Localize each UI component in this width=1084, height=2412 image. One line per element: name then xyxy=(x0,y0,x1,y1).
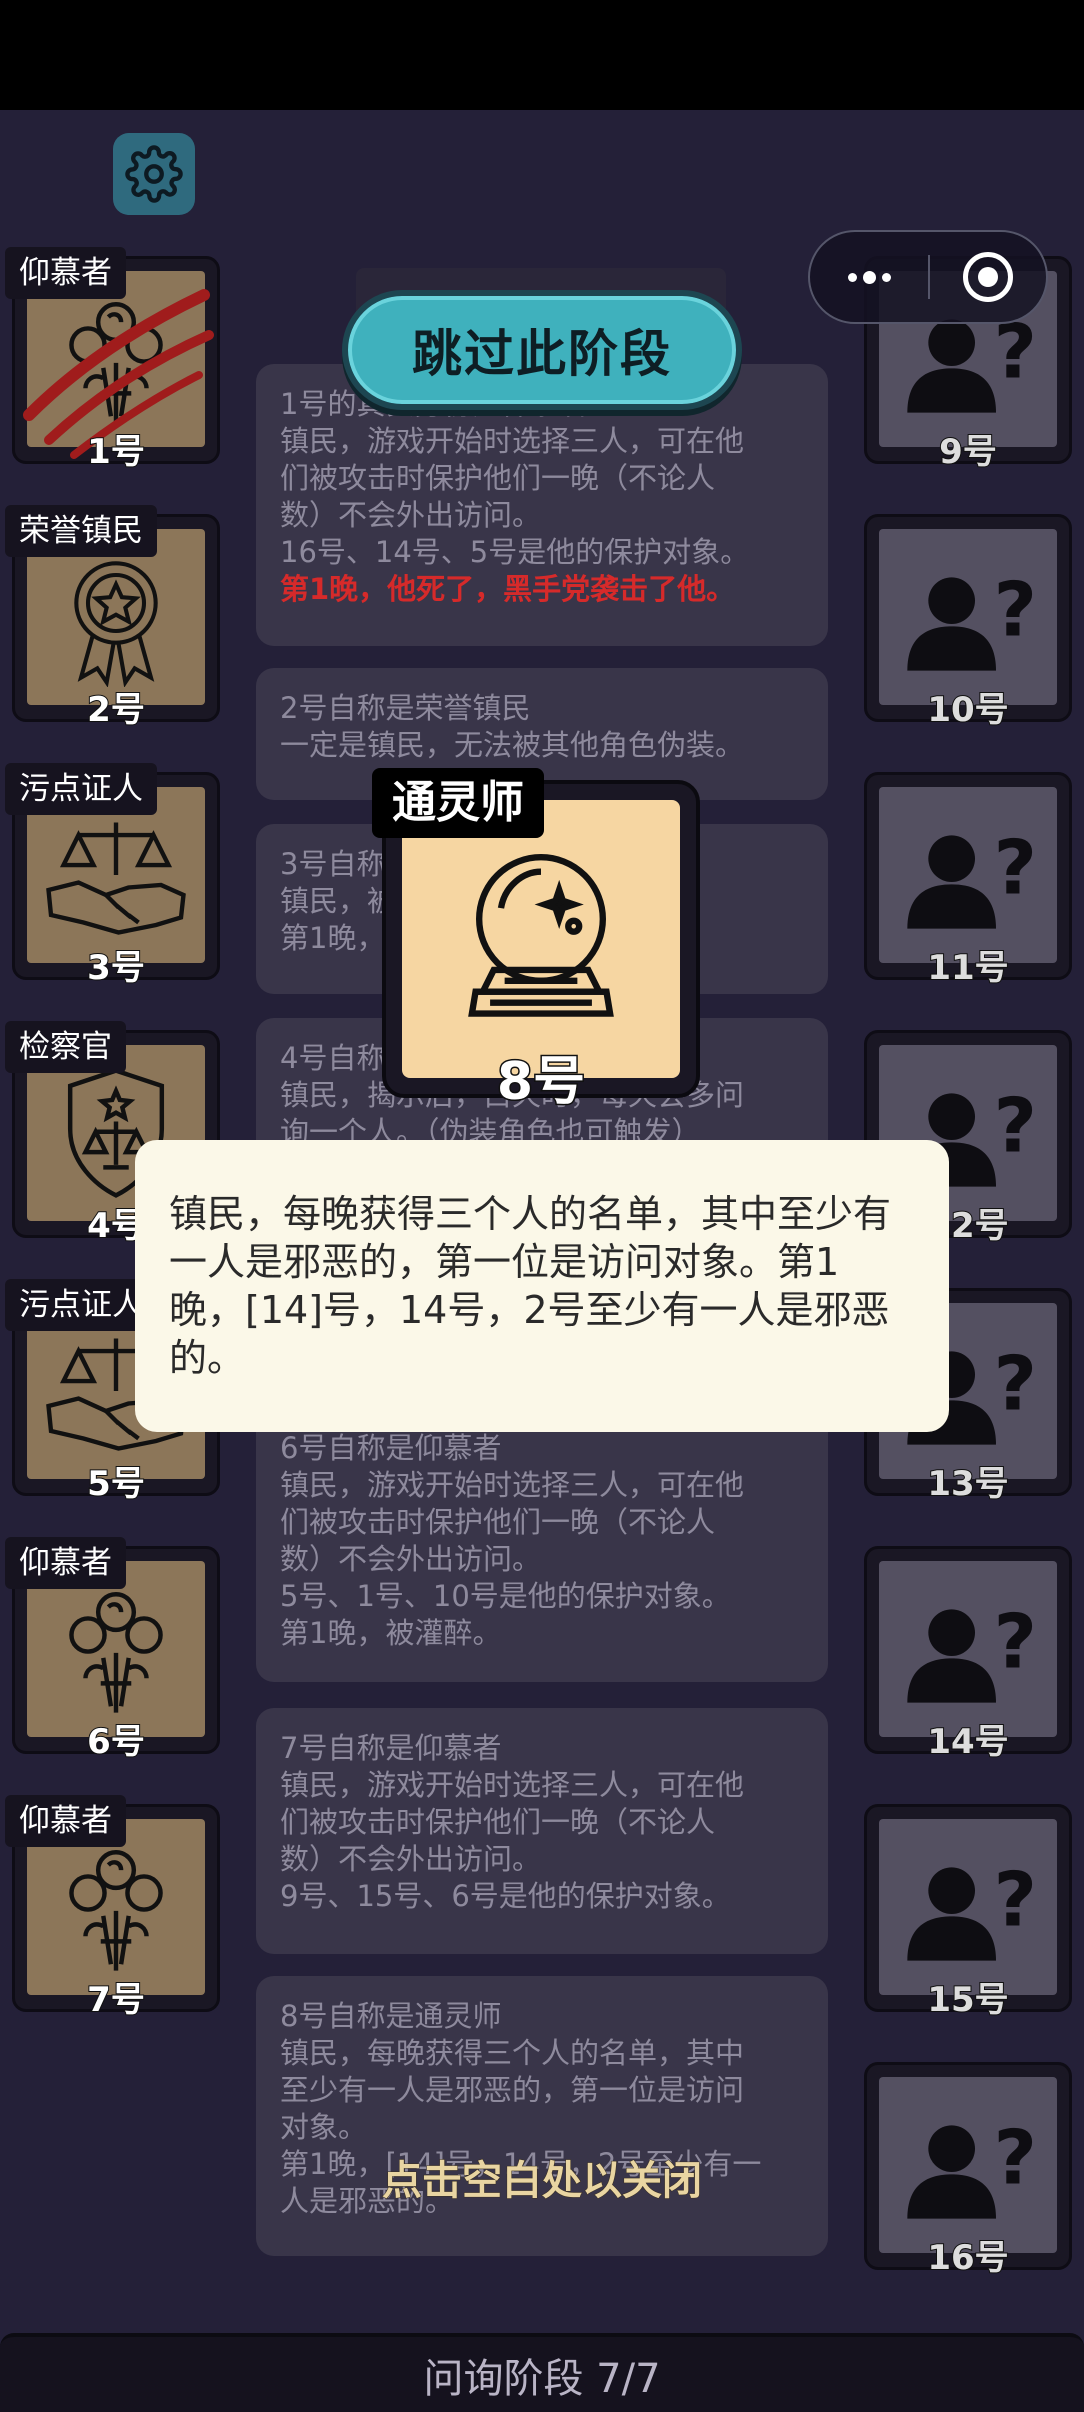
player-card-3[interactable]: 污点证人 3号 xyxy=(5,763,220,989)
log-line: 至少有一人是邪恶的，第一位是访问 xyxy=(280,2073,745,2107)
death-notice: 第1晚，他死了，黑手党袭击了他。 xyxy=(280,572,736,606)
role-info-popup: 镇民，每晚获得三个人的名单，其中至少有一人是邪恶的，第一位是访问对象。第1晚，[… xyxy=(135,1140,949,1432)
player-number: 2号 xyxy=(86,689,146,731)
player-number: 14号 xyxy=(926,1721,1009,1763)
svg-text:?: ? xyxy=(994,1599,1037,1686)
player-card-11[interactable]: ? 11号 xyxy=(864,772,1072,989)
player-number: 10号 xyxy=(926,689,1009,731)
log-card-6: 6号自称是仰慕者 镇民，游戏开始时选择三人，可在他 们被攻击时保护他们一晚（不论… xyxy=(256,1410,828,1682)
log-line: 们被攻击时保护他们一晚（不论人 xyxy=(280,1805,716,1839)
log-line: 16号、14号、5号是他的保护对象。 xyxy=(280,535,750,569)
player-number: 16号 xyxy=(926,2237,1009,2279)
log-card-8: 8号自称是通灵师 镇民，每晚获得三个人的名单，其中 至少有一人是邪恶的，第一位是… xyxy=(256,1976,828,2256)
svg-text:?: ? xyxy=(994,1341,1037,1428)
exit-button[interactable] xyxy=(930,252,1046,302)
target-icon xyxy=(963,252,1013,302)
role-tag: 仰慕者 xyxy=(5,1795,126,1847)
scales-handshake-icon xyxy=(46,822,186,935)
svg-text:?: ? xyxy=(994,567,1037,654)
log-line: 6号自称是仰慕者 xyxy=(280,1431,502,1465)
log-line: 9号、15号、6号是他的保护对象。 xyxy=(280,1879,731,1913)
role-tag: 污点证人 xyxy=(5,763,157,815)
player-number: 6号 xyxy=(86,1721,146,1763)
player-number: 3号 xyxy=(86,947,146,989)
player-card-7[interactable]: 仰慕者 7号 xyxy=(5,1795,220,2021)
player-card-15[interactable]: ? 15号 xyxy=(864,1804,1072,2021)
featured-player-number: 8号 xyxy=(495,1051,586,1114)
unknown-person-icon: ? xyxy=(907,567,1037,671)
log-line: 5号、1号、10号是他的保护对象。 xyxy=(280,1579,731,1613)
player-number: 11号 xyxy=(926,947,1009,989)
more-dots-icon xyxy=(847,270,891,284)
log-line: 数）不会外出访问。 xyxy=(280,498,542,532)
player-card-6[interactable]: 仰慕者 6号 xyxy=(5,1537,220,1763)
gear-icon xyxy=(125,145,183,203)
phase-bar: 问询阶段 7/7 xyxy=(0,2333,1084,2412)
log-line: 们被攻击时保护他们一晚（不论人 xyxy=(280,461,716,495)
unknown-person-icon: ? xyxy=(907,825,1037,929)
svg-text:?: ? xyxy=(994,1857,1037,1944)
role-tag: 检察官 xyxy=(5,1021,126,1073)
player-card-10[interactable]: ? 10号 xyxy=(864,514,1072,731)
rose-bouquet-icon xyxy=(69,1850,163,1971)
miniprogram-capsule xyxy=(808,230,1048,324)
medal-icon xyxy=(74,561,158,687)
log-line: 8号自称是通灵师 xyxy=(280,1999,502,2033)
player-number: 1号 xyxy=(86,431,146,473)
log-card-7: 7号自称是仰慕者 镇民，游戏开始时选择三人，可在他 们被攻击时保护他们一晚（不论… xyxy=(256,1708,828,1954)
log-line: 第1晚，被灌醉。 xyxy=(280,1616,502,1650)
role-info-text: 镇民，每晚获得三个人的名单，其中至少有一人是邪恶的，第一位是访问对象。第1晚，[… xyxy=(169,1192,892,1380)
settings-button[interactable] xyxy=(113,133,195,215)
player-number: 7号 xyxy=(86,1979,146,2021)
phase-label: 问询阶段 7/7 xyxy=(423,2355,661,2402)
player-card-1[interactable]: 仰慕者 1号 xyxy=(5,247,220,473)
rose-bouquet-icon xyxy=(69,1592,163,1713)
close-hint[interactable]: 点击空白处以关闭 xyxy=(0,2148,1084,2206)
log-line: 对象。 xyxy=(280,2110,368,2144)
role-tag: 荣誉镇民 xyxy=(5,505,157,557)
player-card-14[interactable]: ? 14号 xyxy=(864,1546,1072,1763)
log-line: 镇民，游戏开始时选择三人，可在他 xyxy=(280,1468,745,1502)
player-number: 9号 xyxy=(938,431,998,473)
log-line: 数）不会外出访问。 xyxy=(280,1542,542,1576)
featured-role-card[interactable]: 通灵师 8号 xyxy=(372,768,700,1114)
log-line: 镇民，游戏开始时选择三人，可在他 xyxy=(280,424,745,458)
unknown-person-icon: ? xyxy=(907,1857,1037,1961)
log-line: 数）不会外出访问。 xyxy=(280,1842,542,1876)
featured-role-tag: 通灵师 xyxy=(372,768,544,838)
log-line: 镇民，每晚获得三个人的名单，其中 xyxy=(280,2036,745,2070)
log-line: 镇民，游戏开始时选择三人，可在他 xyxy=(280,1768,745,1802)
svg-text:?: ? xyxy=(994,825,1037,912)
unknown-person-icon: ? xyxy=(907,1599,1037,1703)
player-number: 13号 xyxy=(926,1463,1009,1505)
log-line: 2号自称是荣誉镇民 xyxy=(280,691,531,725)
skip-phase-button[interactable]: 跳过此阶段 xyxy=(342,290,742,410)
log-line: 们被攻击时保护他们一晚（不论人 xyxy=(280,1505,716,1539)
role-tag: 仰慕者 xyxy=(5,247,126,299)
log-line: 7号自称是仰慕者 xyxy=(280,1731,502,1765)
more-button[interactable] xyxy=(810,270,928,284)
role-tag: 仰慕者 xyxy=(5,1537,126,1589)
game-screen: { "colors":{"background":"#242038","log_… xyxy=(0,0,1084,2412)
player-number: 5号 xyxy=(86,1463,146,1505)
player-number: 15号 xyxy=(926,1979,1009,2021)
log-line: 一定是镇民，无法被其他角色伪装。 xyxy=(280,728,745,762)
status-bar xyxy=(0,0,1084,110)
player-card-2[interactable]: 荣誉镇民 2号 xyxy=(5,505,220,731)
crystal-ball-icon xyxy=(468,854,614,1017)
svg-text:?: ? xyxy=(994,1083,1037,1170)
